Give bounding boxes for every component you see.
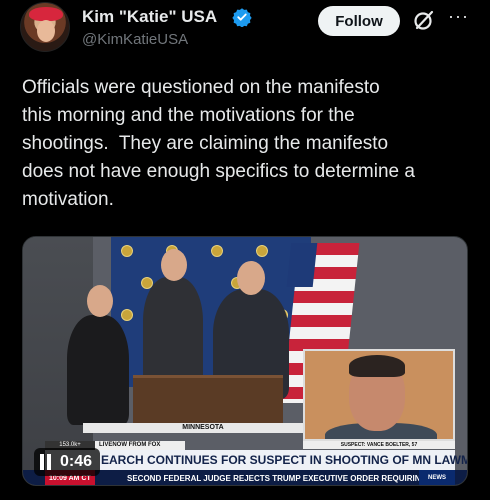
headline-text: EARCH CONTINUES FOR SUSPECT IN SHOOTING … bbox=[101, 453, 468, 467]
seal-mark bbox=[256, 245, 268, 257]
author-display-name[interactable]: Kim "Katie" USA bbox=[82, 7, 217, 27]
seal-mark bbox=[121, 245, 133, 257]
flag-canton bbox=[286, 243, 318, 287]
more-options-icon[interactable]: ··· bbox=[448, 7, 470, 26]
suspect-label: SUSPECT: VANCE BOELTER, 57 bbox=[303, 441, 455, 449]
video-duration: 0:46 bbox=[60, 453, 93, 470]
verified-badge-icon bbox=[232, 8, 252, 27]
author-avatar[interactable] bbox=[20, 2, 70, 52]
follow-button[interactable]: Follow bbox=[318, 6, 400, 36]
avatar-face bbox=[37, 20, 55, 42]
tweet-header: Kim "Katie" USA @KimKatieUSA Follow ··· bbox=[0, 0, 490, 60]
official-figure bbox=[143, 277, 203, 387]
live-label: LIVENOW FROM FOX bbox=[95, 441, 185, 450]
speaker-head bbox=[237, 261, 265, 295]
news-badge: NEWS bbox=[419, 470, 455, 485]
playback-control[interactable]: 0:46 bbox=[34, 448, 101, 476]
crawl-text: SECOND FEDERAL JUDGE REJECTS TRUMP EXECU… bbox=[127, 474, 427, 483]
interpreter-figure bbox=[67, 315, 129, 425]
pause-icon[interactable] bbox=[40, 454, 54, 470]
suspect-photo bbox=[303, 349, 455, 441]
suspect-hair bbox=[349, 355, 405, 377]
tweet-text: Officials were questioned on the manifes… bbox=[22, 77, 415, 210]
official-head bbox=[161, 249, 187, 281]
author-handle[interactable]: @KimKatieUSA bbox=[82, 31, 188, 48]
avatar-hat bbox=[29, 7, 63, 21]
interpreter-head bbox=[87, 285, 113, 317]
location-label: MINNESOTA bbox=[83, 423, 323, 433]
podium bbox=[133, 375, 283, 423]
grok-icon[interactable] bbox=[412, 8, 436, 32]
seal-mark bbox=[121, 309, 133, 321]
seal-mark bbox=[211, 245, 223, 257]
